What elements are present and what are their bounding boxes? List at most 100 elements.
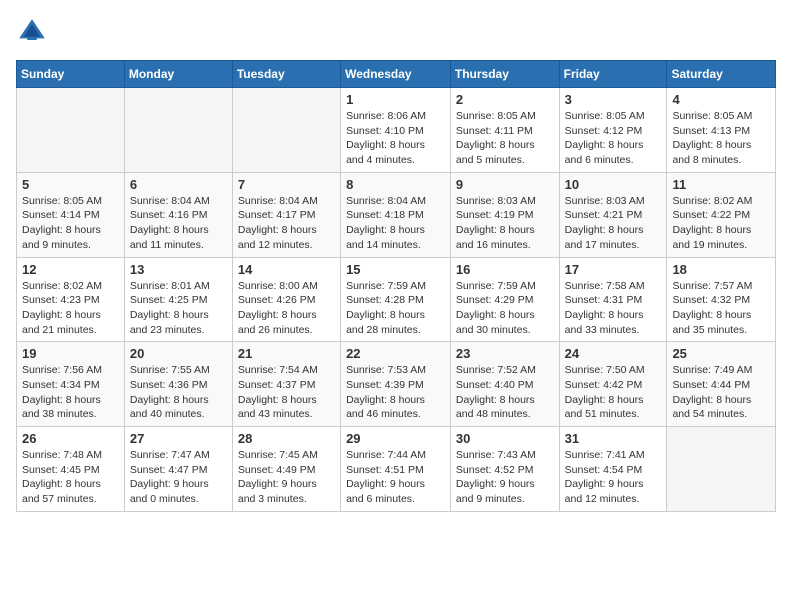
day-number: 27 [130,431,227,446]
day-info: Sunrise: 7:49 AM Sunset: 4:44 PM Dayligh… [672,363,770,422]
calendar-day-cell: 11Sunrise: 8:02 AM Sunset: 4:22 PM Dayli… [667,172,776,257]
day-info: Sunrise: 8:03 AM Sunset: 4:19 PM Dayligh… [456,194,554,253]
day-info: Sunrise: 7:43 AM Sunset: 4:52 PM Dayligh… [456,448,554,507]
day-number: 3 [565,92,662,107]
day-number: 26 [22,431,119,446]
day-number: 22 [346,346,445,361]
day-info: Sunrise: 8:04 AM Sunset: 4:16 PM Dayligh… [130,194,227,253]
day-info: Sunrise: 7:41 AM Sunset: 4:54 PM Dayligh… [565,448,662,507]
calendar-day-cell: 19 Sunrise: 7:56 AM Sunset: 4:34 PM Dayli… [17,342,125,427]
day-number: 7 [238,177,335,192]
calendar-day-cell: 6 Sunrise: 8:04 AM Sunset: 4:16 PM Daylig… [124,172,232,257]
weekday-header: Sunday [17,61,125,88]
calendar-day-cell: 29 Sunrise: 7:44 AM Sunset: 4:51 PM Dayli… [341,427,451,512]
day-number: 8 [346,177,445,192]
calendar-day-cell: 15 Sunrise: 7:59 AM Sunset: 4:28 PM Dayli… [341,257,451,342]
day-number: 18 [672,262,770,277]
calendar-day-cell [667,427,776,512]
day-info: Sunrise: 7:47 AM Sunset: 4:47 PM Dayligh… [130,448,227,507]
day-info: Sunrise: 7:59 AM Sunset: 4:29 PM Dayligh… [456,279,554,338]
logo [16,16,52,48]
day-info: Sunrise: 7:56 AM Sunset: 4:34 PM Dayligh… [22,363,119,422]
calendar-day-cell: 26Sunrise: 7:48 AM Sunset: 4:45 PM Dayli… [17,427,125,512]
day-info: Sunrise: 8:03 AM Sunset: 4:21 PM Dayligh… [565,194,662,253]
day-number: 29 [346,431,445,446]
day-number: 15 [346,262,445,277]
day-info: Sunrise: 8:05 AM Sunset: 4:14 PM Dayligh… [22,194,119,253]
day-info: Sunrise: 7:54 AM Sunset: 4:37 PM Dayligh… [238,363,335,422]
calendar-week-row: 12 Sunrise: 8:02 AM Sunset: 4:23 PM Dayli… [17,257,776,342]
day-number: 14 [238,262,335,277]
calendar-day-cell: 24 Sunrise: 7:50 AM Sunset: 4:42 PM Dayli… [559,342,667,427]
day-info: Sunrise: 7:59 AM Sunset: 4:28 PM Dayligh… [346,279,445,338]
day-number: 19 [22,346,119,361]
calendar-day-cell: 16 Sunrise: 7:59 AM Sunset: 4:29 PM Dayli… [450,257,559,342]
calendar-day-cell [17,88,125,173]
day-info: Sunrise: 7:53 AM Sunset: 4:39 PM Dayligh… [346,363,445,422]
day-number: 12 [22,262,119,277]
calendar-header-row: SundayMondayTuesdayWednesdayThursdayFrid… [17,61,776,88]
weekday-header: Thursday [450,61,559,88]
day-number: 30 [456,431,554,446]
calendar-day-cell: 17 Sunrise: 7:58 AM Sunset: 4:31 PM Dayli… [559,257,667,342]
day-info: Sunrise: 7:44 AM Sunset: 4:51 PM Dayligh… [346,448,445,507]
day-number: 20 [130,346,227,361]
calendar-day-cell: 7 Sunrise: 8:04 AM Sunset: 4:17 PM Daylig… [232,172,340,257]
day-info: Sunrise: 8:02 AM Sunset: 4:23 PM Dayligh… [22,279,119,338]
calendar-day-cell: 25 Sunrise: 7:49 AM Sunset: 4:44 PM Dayli… [667,342,776,427]
day-number: 5 [22,177,119,192]
day-number: 17 [565,262,662,277]
day-info: Sunrise: 7:57 AM Sunset: 4:32 PM Dayligh… [672,279,770,338]
day-info: Sunrise: 8:01 AM Sunset: 4:25 PM Dayligh… [130,279,227,338]
calendar-week-row: 5 Sunrise: 8:05 AM Sunset: 4:14 PM Daylig… [17,172,776,257]
calendar-day-cell: 21 Sunrise: 7:54 AM Sunset: 4:37 PM Dayli… [232,342,340,427]
calendar-day-cell: 1 Sunrise: 8:06 AM Sunset: 4:10 PM Daylig… [341,88,451,173]
day-number: 1 [346,92,445,107]
day-info: Sunrise: 8:04 AM Sunset: 4:17 PM Dayligh… [238,194,335,253]
day-number: 13 [130,262,227,277]
calendar-day-cell: 4 Sunrise: 8:05 AM Sunset: 4:13 PM Daylig… [667,88,776,173]
day-number: 24 [565,346,662,361]
day-number: 25 [672,346,770,361]
calendar-day-cell [124,88,232,173]
calendar-day-cell [232,88,340,173]
calendar-day-cell: 23Sunrise: 7:52 AM Sunset: 4:40 PM Dayli… [450,342,559,427]
day-number: 2 [456,92,554,107]
calendar-week-row: 19 Sunrise: 7:56 AM Sunset: 4:34 PM Dayli… [17,342,776,427]
calendar-day-cell: 5 Sunrise: 8:05 AM Sunset: 4:14 PM Daylig… [17,172,125,257]
calendar-day-cell: 13 Sunrise: 8:01 AM Sunset: 4:25 PM Dayli… [124,257,232,342]
calendar-day-cell: 3Sunrise: 8:05 AM Sunset: 4:12 PM Daylig… [559,88,667,173]
day-info: Sunrise: 7:50 AM Sunset: 4:42 PM Dayligh… [565,363,662,422]
day-info: Sunrise: 7:45 AM Sunset: 4:49 PM Dayligh… [238,448,335,507]
day-number: 28 [238,431,335,446]
day-number: 4 [672,92,770,107]
calendar-day-cell: 10Sunrise: 8:03 AM Sunset: 4:21 PM Dayli… [559,172,667,257]
day-info: Sunrise: 8:06 AM Sunset: 4:10 PM Dayligh… [346,109,445,168]
day-number: 6 [130,177,227,192]
calendar-day-cell: 27 Sunrise: 7:47 AM Sunset: 4:47 PM Dayli… [124,427,232,512]
day-info: Sunrise: 8:04 AM Sunset: 4:18 PM Dayligh… [346,194,445,253]
calendar-day-cell: 28 Sunrise: 7:45 AM Sunset: 4:49 PM Dayli… [232,427,340,512]
calendar-day-cell: 31 Sunrise: 7:41 AM Sunset: 4:54 PM Dayli… [559,427,667,512]
day-info: Sunrise: 7:58 AM Sunset: 4:31 PM Dayligh… [565,279,662,338]
calendar-day-cell: 9Sunrise: 8:03 AM Sunset: 4:19 PM Daylig… [450,172,559,257]
day-number: 16 [456,262,554,277]
weekday-header: Monday [124,61,232,88]
calendar-day-cell: 14Sunrise: 8:00 AM Sunset: 4:26 PM Dayli… [232,257,340,342]
calendar-day-cell: 8 Sunrise: 8:04 AM Sunset: 4:18 PM Daylig… [341,172,451,257]
calendar-day-cell: 12 Sunrise: 8:02 AM Sunset: 4:23 PM Dayli… [17,257,125,342]
day-number: 21 [238,346,335,361]
day-info: Sunrise: 8:05 AM Sunset: 4:11 PM Dayligh… [456,109,554,168]
calendar-day-cell: 20 Sunrise: 7:55 AM Sunset: 4:36 PM Dayli… [124,342,232,427]
day-info: Sunrise: 7:55 AM Sunset: 4:36 PM Dayligh… [130,363,227,422]
day-info: Sunrise: 8:05 AM Sunset: 4:13 PM Dayligh… [672,109,770,168]
calendar-week-row: 26Sunrise: 7:48 AM Sunset: 4:45 PM Dayli… [17,427,776,512]
calendar-week-row: 1 Sunrise: 8:06 AM Sunset: 4:10 PM Daylig… [17,88,776,173]
calendar-day-cell: 30 Sunrise: 7:43 AM Sunset: 4:52 PM Dayli… [450,427,559,512]
day-number: 31 [565,431,662,446]
weekday-header: Saturday [667,61,776,88]
weekday-header: Wednesday [341,61,451,88]
weekday-header: Friday [559,61,667,88]
logo-icon [16,16,48,48]
day-number: 11 [672,177,770,192]
